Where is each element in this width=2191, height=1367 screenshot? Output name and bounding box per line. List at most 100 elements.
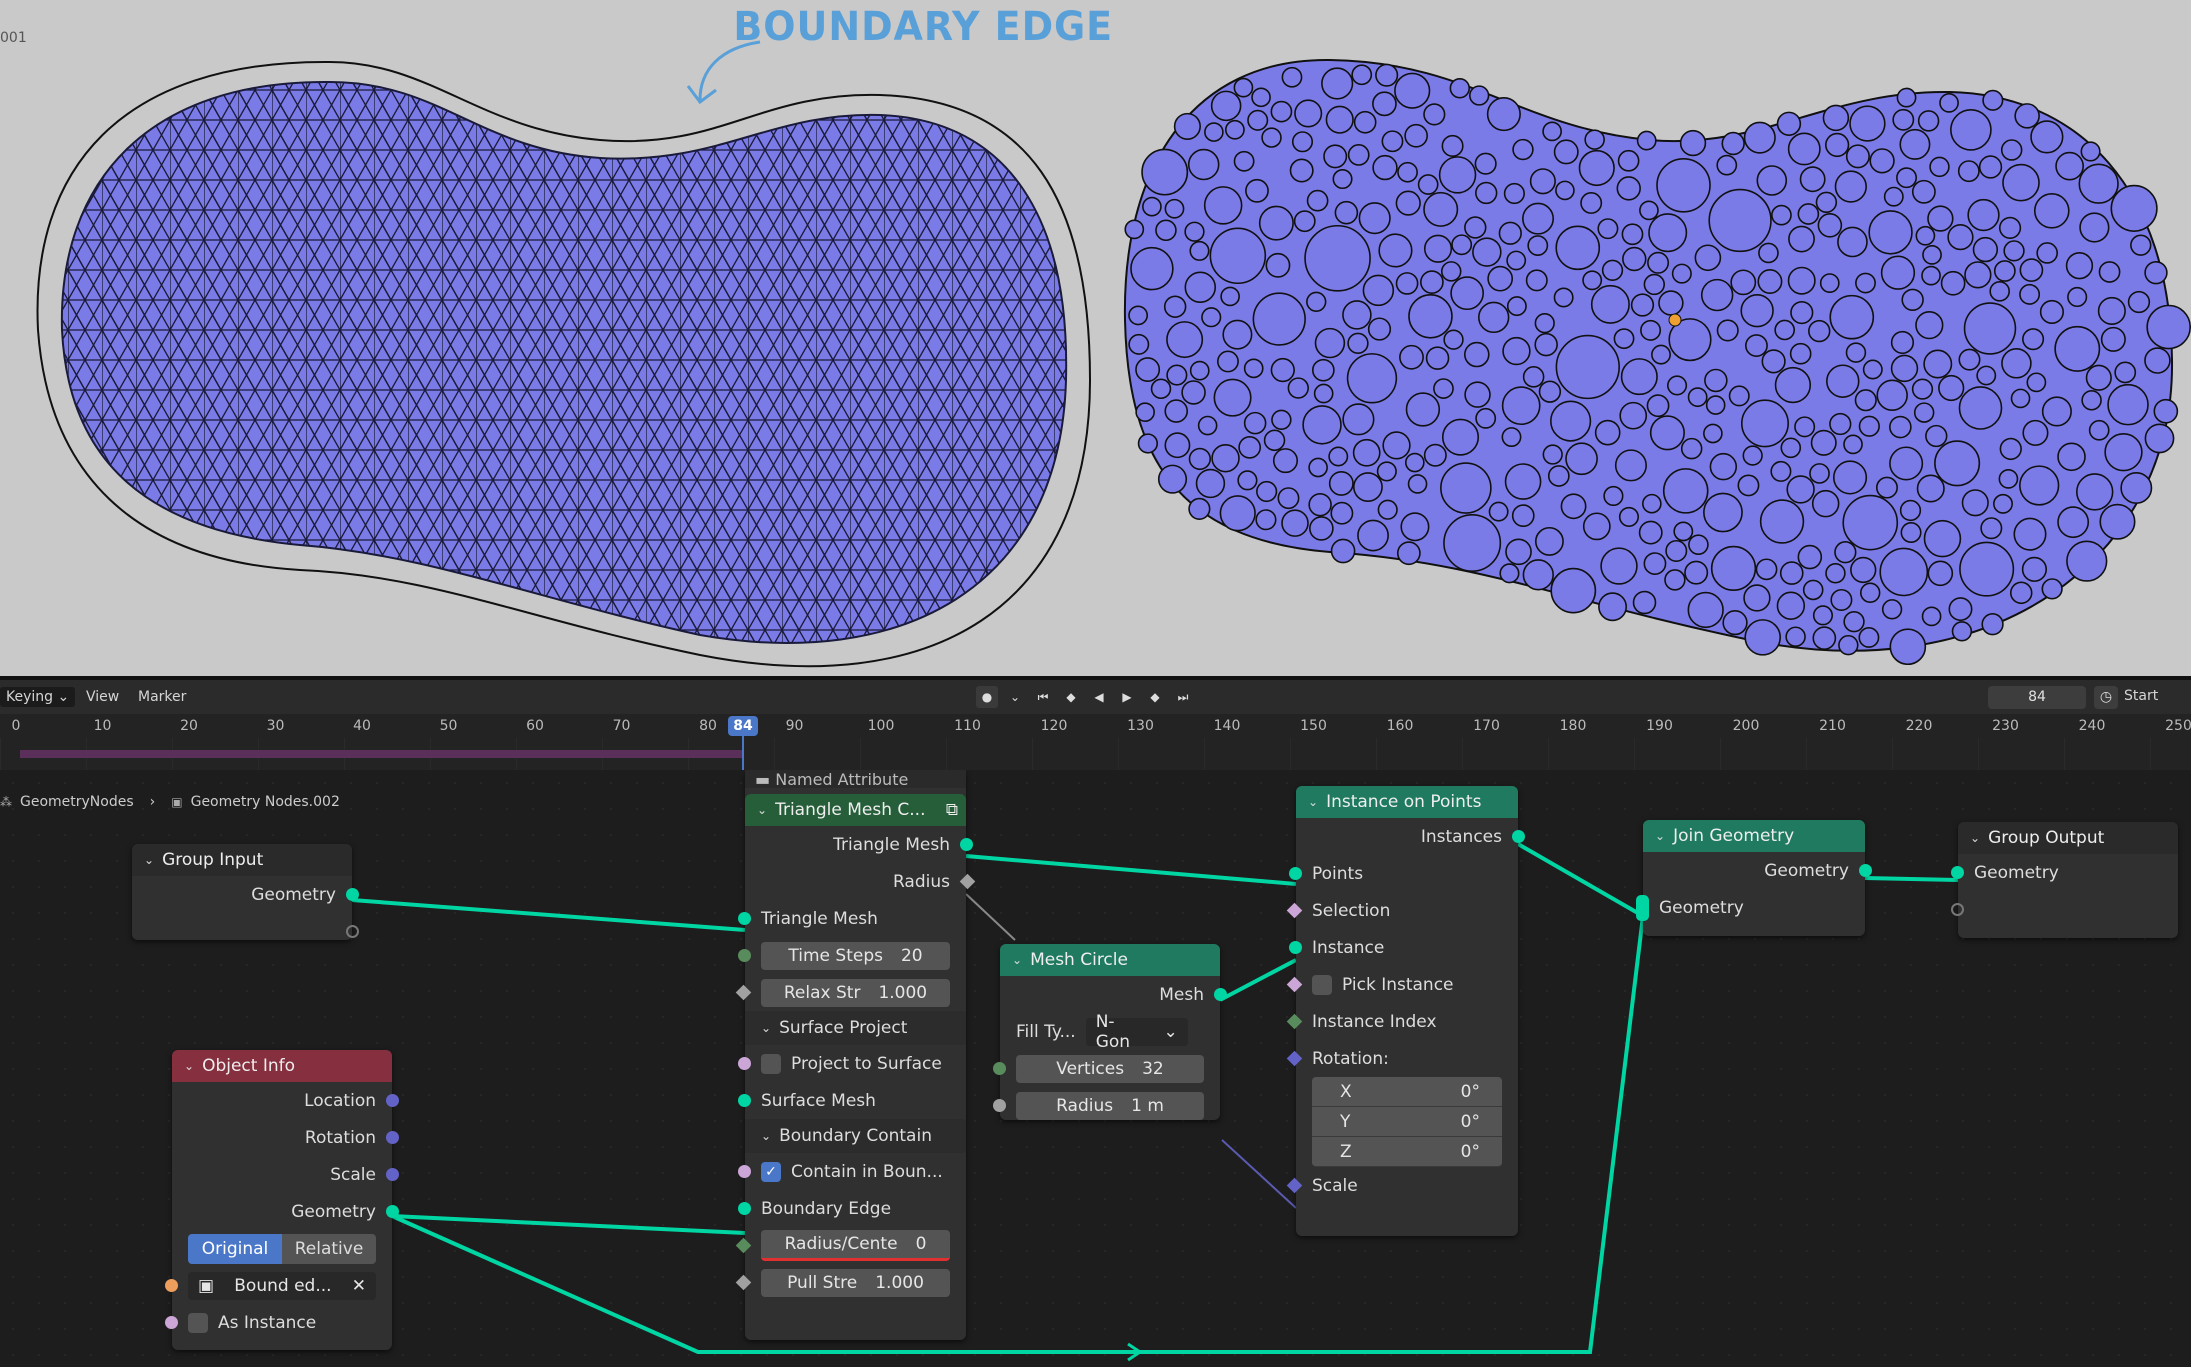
object-field[interactable]: ▣ Bound ed... ✕ (188, 1271, 376, 1300)
geometry-socket[interactable] (960, 838, 973, 851)
radius-center-field[interactable]: Radius/Cente 0 (761, 1230, 950, 1261)
collapse-icon[interactable]: ⌄ (1970, 831, 1980, 845)
packed-circle (1474, 152, 1497, 175)
packed-circle (1900, 522, 1922, 544)
frame-ruler[interactable]: 250 240 230 220 210 200 190 180 170 160 150 140 130 1… (0, 714, 2191, 738)
rotation-socket[interactable] (386, 1131, 399, 1144)
node-header[interactable]: ⌄ Triangle Mesh C... ⧉ (745, 794, 966, 826)
join-geometry-node[interactable]: ⌄ Join Geometry Geometry Geometry (1636, 820, 1872, 936)
surface-mesh-socket[interactable] (738, 1094, 751, 1107)
collapse-icon[interactable]: ⌄ (1655, 829, 1665, 843)
packed-circle (1948, 597, 1973, 622)
play-reverse-icon[interactable]: ◀ (1088, 686, 1110, 708)
instances-socket[interactable] (1512, 830, 1525, 843)
play-icon[interactable]: ▶ (1116, 686, 1138, 708)
record-icon[interactable]: ● (976, 686, 998, 708)
pick-instance-checkbox[interactable] (1312, 974, 1332, 995)
group-output-node[interactable]: ⌄ Group Output Geometry (1951, 822, 2178, 938)
geometry-socket[interactable] (1951, 866, 1964, 879)
triangle-mesh-node[interactable]: ▬ Named Attribute ⌄ Triangle Mesh C... ⧉ T… (735, 770, 976, 1340)
contain-socket[interactable] (738, 1165, 751, 1178)
empty-socket[interactable] (346, 925, 359, 938)
packed-circle (2036, 242, 2058, 264)
collapse-icon[interactable]: ⌄ (761, 1021, 771, 1035)
boundary-edge-socket[interactable] (738, 1202, 751, 1215)
project-checkbox[interactable] (761, 1053, 781, 1074)
start-label[interactable]: Start (2124, 688, 2158, 704)
collapse-icon[interactable]: ⌄ (144, 853, 154, 867)
contain-checkbox[interactable]: ✓ (761, 1161, 781, 1182)
rotation-z-field[interactable]: Z 0° (1312, 1137, 1502, 1167)
fill-type-dropdown[interactable]: N-Gon ⌄ (1085, 1012, 1188, 1052)
rotation-y-field[interactable]: Y 0° (1312, 1107, 1502, 1137)
keying-menu[interactable]: Keying ⌄ (0, 687, 76, 707)
breadcrumb-tree[interactable]: GeometryNodes (20, 794, 134, 810)
geometry-socket[interactable] (386, 1205, 399, 1218)
current-frame-field[interactable]: 84 (1988, 686, 2086, 709)
location-socket[interactable] (386, 1094, 399, 1107)
node-header[interactable]: ⌄ Group Output (1958, 822, 2178, 854)
packed-circle (1321, 67, 1354, 100)
clock-icon[interactable]: ◷ (2094, 686, 2118, 709)
relax-field[interactable]: Relax Str 1.000 (761, 978, 950, 1007)
instance-socket[interactable] (1289, 941, 1302, 954)
next-keyframe-icon[interactable]: ◆ (1144, 686, 1166, 708)
project-socket[interactable] (738, 1057, 751, 1070)
timeline-editor[interactable]: Keying ⌄ View Marker ● ⌄ ⏮ ◆ ◀ ▶ ◆ ⏭ 84 … (0, 676, 2191, 774)
frame-tick: 20 (180, 718, 198, 734)
record-options-icon[interactable]: ⌄ (1004, 686, 1026, 708)
node-header[interactable]: ⌄ Instance on Points (1296, 786, 1518, 818)
object-socket[interactable] (165, 1279, 178, 1292)
node-header[interactable]: ⌄ Group Input (132, 844, 352, 876)
multi-geometry-socket[interactable] (1636, 895, 1649, 921)
prev-keyframe-icon[interactable]: ◆ (1060, 686, 1082, 708)
radius-field[interactable]: Radius 1 m (1016, 1091, 1204, 1120)
collapse-icon[interactable]: ⌄ (761, 1129, 771, 1143)
packed-circle (1776, 591, 1806, 620)
mesh-circle-node[interactable]: ⌄ Mesh Circle Mesh Fill Ty... N-Gon ⌄ Verti… (993, 944, 1227, 1120)
geometry-socket[interactable] (1859, 864, 1872, 877)
empty-socket[interactable] (1951, 903, 1964, 916)
node-editor[interactable]: ⁂ GeometryNodes › ▣ Geometry Nodes.002 ⌄… (0, 770, 2191, 1367)
as-instance-socket[interactable] (165, 1316, 178, 1329)
rotation-x-field[interactable]: X 0° (1312, 1077, 1502, 1107)
playhead-frame-badge[interactable]: 84 (728, 716, 758, 736)
collapse-icon[interactable]: ⌄ (184, 1059, 194, 1073)
geometry-socket[interactable] (738, 912, 751, 925)
breadcrumb-group[interactable]: Geometry Nodes.002 (191, 794, 340, 810)
view-menu[interactable]: View (80, 687, 125, 707)
group-input-node[interactable]: ⌄ Group Input Geometry (132, 844, 359, 940)
node-header[interactable]: ⌄ Object Info (172, 1050, 392, 1082)
scale-socket[interactable] (386, 1168, 399, 1181)
geometry-socket[interactable] (346, 888, 359, 901)
named-attribute-node-partial[interactable]: ▬ Named Attribute (745, 770, 966, 788)
mesh-socket[interactable] (1214, 988, 1227, 1001)
points-socket[interactable] (1289, 867, 1302, 880)
jump-end-icon[interactable]: ⏭ (1172, 686, 1194, 708)
node-header[interactable]: ⌄ Mesh Circle (1000, 944, 1220, 976)
vertices-field[interactable]: Vertices 32 (1016, 1054, 1204, 1083)
packed-circle (1522, 202, 1555, 235)
playhead-line[interactable] (742, 736, 744, 774)
pull-field[interactable]: Pull Stre 1.000 (761, 1268, 950, 1297)
instance-on-points-node[interactable]: ⌄ Instance on Points Instances Points Sel… (1286, 786, 1525, 1236)
relative-button[interactable]: Relative (282, 1233, 376, 1264)
viewport[interactable]: 001 BOUNDARY EDGE (0, 0, 2191, 676)
as-instance-checkbox[interactable] (188, 1312, 208, 1333)
boundary-contain-panel[interactable]: ⌄ Boundary Contain (745, 1119, 966, 1153)
time-steps-socket[interactable] (738, 949, 751, 962)
collapse-icon[interactable]: ⌄ (1012, 953, 1022, 967)
field-value: 0° (1460, 1111, 1480, 1132)
collapse-icon[interactable]: ⌄ (1308, 795, 1318, 809)
clear-icon[interactable]: ✕ (352, 1276, 366, 1296)
collapse-icon[interactable]: ⌄ (757, 803, 767, 817)
original-button[interactable]: Original (188, 1233, 282, 1264)
vertices-socket[interactable] (993, 1062, 1006, 1075)
object-info-node[interactable]: ⌄ Object Info Location Rotation Scale Geo… (165, 1050, 399, 1350)
surface-project-panel[interactable]: ⌄ Surface Project (745, 1011, 966, 1045)
node-header[interactable]: ⌄ Join Geometry (1643, 820, 1865, 852)
radius-socket[interactable] (993, 1099, 1006, 1112)
jump-start-icon[interactable]: ⏮ (1032, 686, 1054, 708)
marker-menu[interactable]: Marker (132, 687, 192, 707)
time-steps-field[interactable]: Time Steps 20 (761, 941, 950, 970)
